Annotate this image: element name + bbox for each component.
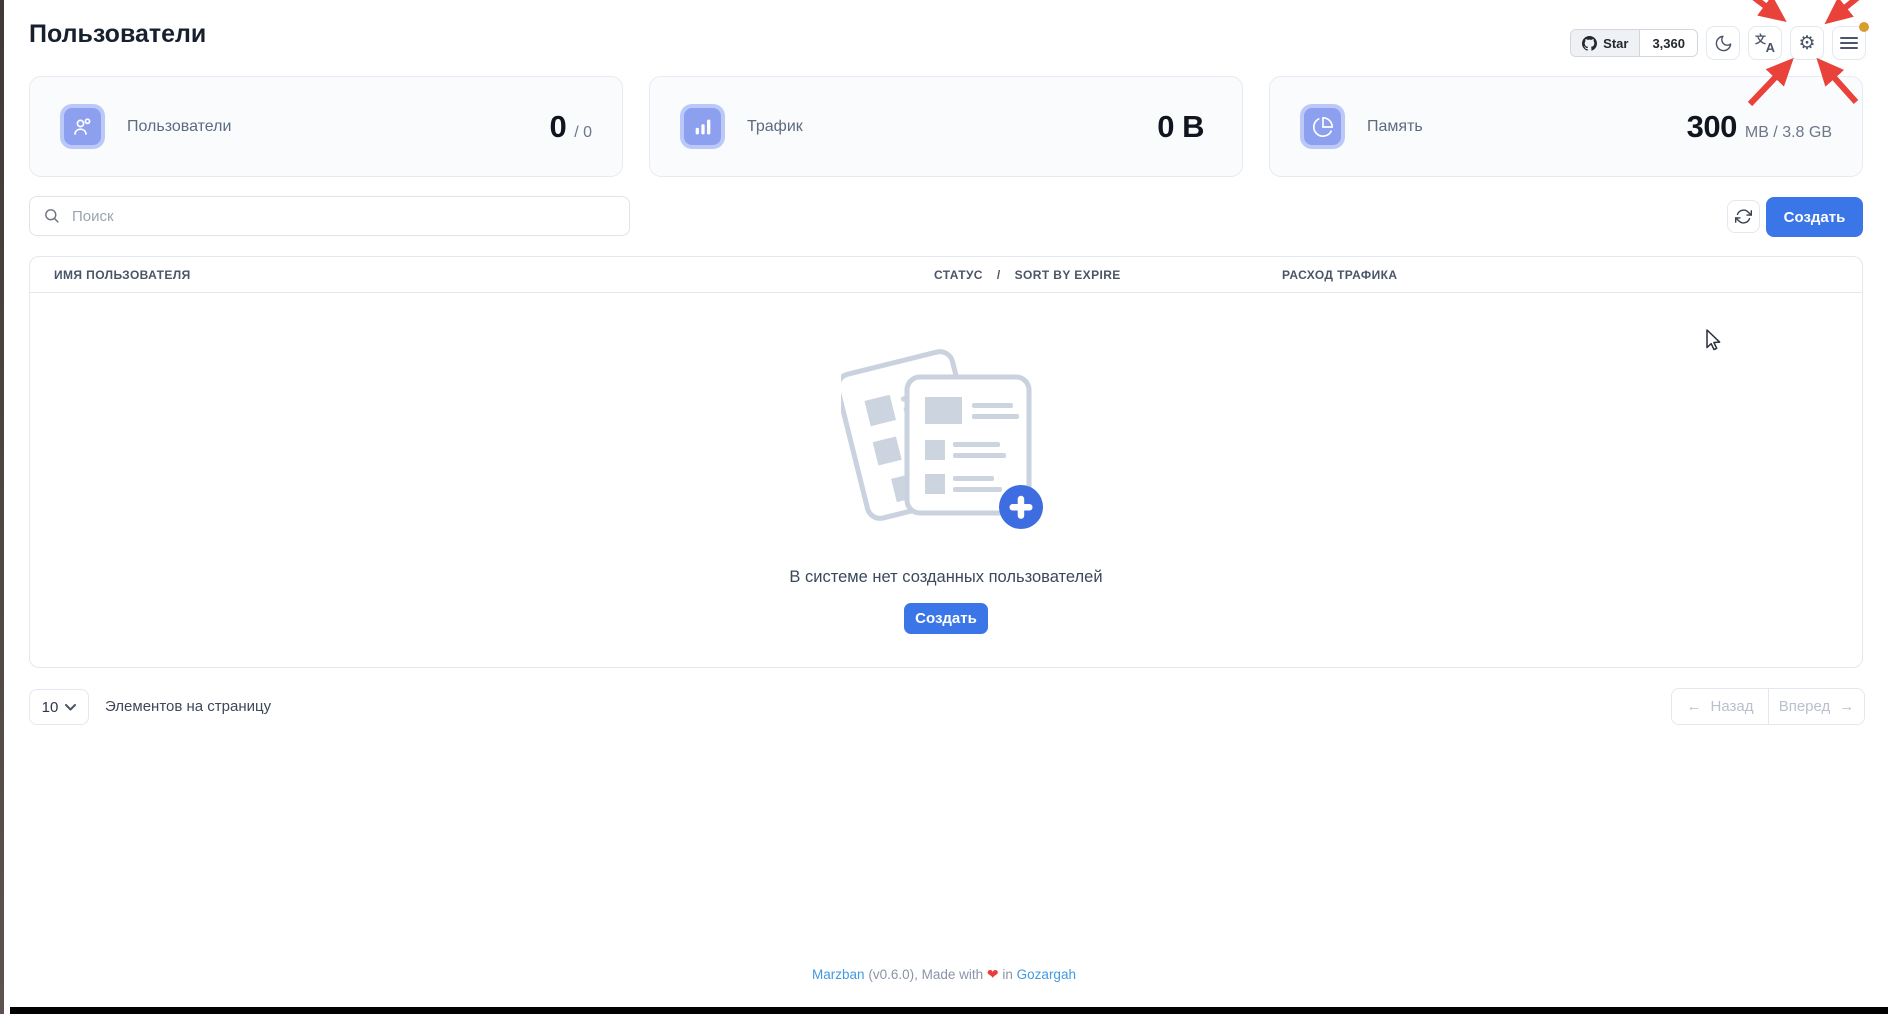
empty-state: В системе нет созданных пользователей Со… bbox=[30, 347, 1862, 634]
pagination-nav: ← Назад Вперед → bbox=[1671, 688, 1865, 725]
create-user-button[interactable]: Создать bbox=[1766, 197, 1863, 237]
arrow-right-icon: → bbox=[1839, 698, 1854, 715]
refresh-button[interactable] bbox=[1727, 200, 1760, 233]
empty-state-create-button[interactable]: Создать bbox=[904, 603, 988, 634]
stat-card-memory: Память 300 MB / 3.8 GB bbox=[1269, 76, 1863, 177]
page-size-select[interactable]: 10 bbox=[29, 689, 89, 725]
left-screen-edge bbox=[0, 0, 4, 1014]
settings-button[interactable]: ⚙ bbox=[1790, 26, 1824, 60]
footer-in-text: in bbox=[1002, 967, 1013, 982]
moon-icon bbox=[1714, 34, 1733, 53]
prev-page-button[interactable]: ← Назад bbox=[1672, 689, 1768, 724]
hamburger-icon bbox=[1840, 36, 1858, 50]
stat-card-label: Пользователи bbox=[127, 118, 231, 136]
empty-state-message: В системе нет созданных пользователей bbox=[789, 568, 1102, 587]
table-header-row: ИМЯ ПОЛЬЗОВАТЕЛЯ СТАТУС / SORT BY EXPIRE… bbox=[30, 257, 1862, 293]
bottom-screen-edge bbox=[10, 1007, 1888, 1014]
footer-version-text: (v0.6.0), Made with bbox=[868, 967, 983, 982]
footer-org-link[interactable]: Gozargah bbox=[1017, 967, 1076, 982]
stat-card-users: Пользователи 0 / 0 bbox=[29, 76, 623, 177]
page-title: Пользователи bbox=[29, 20, 206, 49]
pie-chart-icon bbox=[1300, 104, 1345, 149]
stat-card-value: 0 B bbox=[1157, 109, 1212, 145]
notification-dot bbox=[1859, 22, 1869, 32]
translate-icon: 文A bbox=[1755, 33, 1775, 53]
stat-cards: Пользователи 0 / 0 Трафик 0 B Память 300 bbox=[29, 76, 1863, 177]
menu-button[interactable] bbox=[1832, 26, 1866, 60]
search-icon bbox=[43, 207, 60, 229]
column-header-traffic[interactable]: РАСХОД ТРАФИКА bbox=[1282, 268, 1397, 282]
page-size-label: Элементов на страницу bbox=[105, 698, 271, 715]
marzban-users-page: Пользователи Star 3,360 文A ⚙ bbox=[0, 0, 1888, 1014]
heart-icon: ❤ bbox=[987, 966, 999, 982]
page-size-value: 10 bbox=[42, 699, 59, 716]
language-button[interactable]: 文A bbox=[1748, 26, 1782, 60]
stat-card-value: 300 MB / 3.8 GB bbox=[1687, 109, 1832, 145]
refresh-icon bbox=[1735, 208, 1752, 225]
gear-icon: ⚙ bbox=[1798, 34, 1815, 53]
github-star-count[interactable]: 3,360 bbox=[1640, 30, 1697, 56]
chevron-down-icon bbox=[65, 704, 76, 711]
stat-card-label: Трафик bbox=[747, 118, 803, 136]
stat-card-traffic: Трафик 0 B bbox=[649, 76, 1243, 177]
search-input[interactable] bbox=[29, 196, 630, 236]
topbar: Star 3,360 文A ⚙ bbox=[1570, 25, 1866, 61]
stat-card-value: 0 / 0 bbox=[549, 109, 592, 145]
arrow-left-icon: ← bbox=[1687, 698, 1702, 715]
github-star-button[interactable]: Star bbox=[1571, 30, 1640, 56]
footer-brand-link[interactable]: Marzban bbox=[812, 967, 865, 982]
users-icon bbox=[60, 104, 105, 149]
stat-card-label: Память bbox=[1367, 118, 1423, 136]
github-star-label: Star bbox=[1603, 36, 1628, 51]
dark-mode-toggle[interactable] bbox=[1706, 26, 1740, 60]
search-field-wrap bbox=[29, 196, 630, 236]
github-octocat-icon bbox=[1582, 36, 1597, 51]
bar-chart-icon bbox=[680, 104, 725, 149]
footer: Marzban (v0.6.0), Made with ❤ in Gozarga… bbox=[0, 966, 1888, 983]
column-header-username[interactable]: ИМЯ ПОЛЬЗОВАТЕЛЯ bbox=[54, 268, 191, 282]
users-table: ИМЯ ПОЛЬЗОВАТЕЛЯ СТАТУС / SORT BY EXPIRE… bbox=[29, 256, 1863, 668]
next-page-button[interactable]: Вперед → bbox=[1768, 689, 1864, 724]
empty-documents-illustration bbox=[841, 347, 1051, 540]
column-header-status-sort[interactable]: СТАТУС / SORT BY EXPIRE bbox=[934, 268, 1121, 282]
github-star-badge[interactable]: Star 3,360 bbox=[1570, 29, 1698, 57]
